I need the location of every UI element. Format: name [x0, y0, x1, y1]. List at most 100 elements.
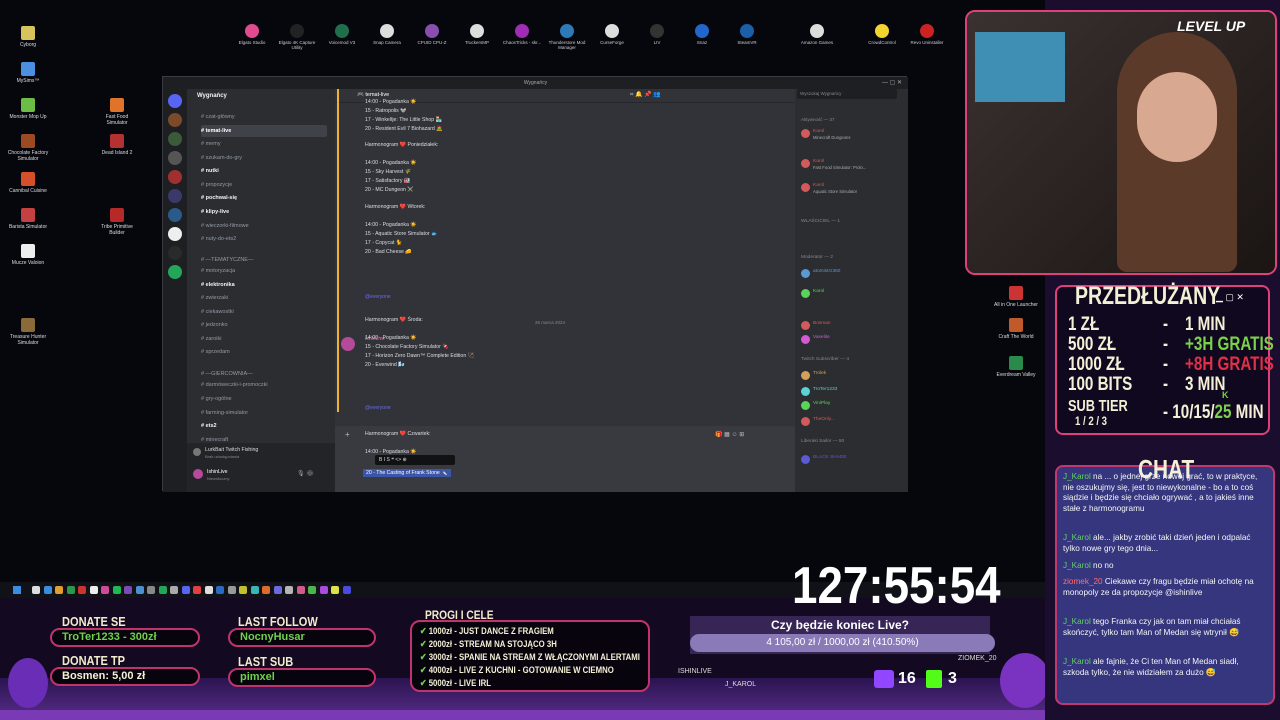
editor-icons[interactable]: 🎁 ▦ ☺ ⊞: [715, 431, 744, 438]
taskbar-app-icon[interactable]: [331, 586, 339, 594]
start-icon[interactable]: [13, 586, 21, 594]
taskbar-app-icon[interactable]: [250, 586, 259, 594]
server-icon[interactable]: [168, 227, 182, 241]
desktop-icon[interactable]: Voicemod V3: [322, 24, 362, 45]
channel-item[interactable]: # czat-główny: [201, 111, 327, 123]
server-icon[interactable]: [168, 170, 182, 184]
channel-item[interactable]: # darmóweczki-i-promoczki: [201, 379, 327, 391]
server-icon[interactable]: [168, 132, 182, 146]
member-item[interactable]: Karol Minecraft Dungeons: [801, 129, 901, 141]
desktop-icon[interactable]: Barista Simulator: [6, 208, 50, 230]
server-icon[interactable]: [168, 208, 182, 222]
channel-item[interactable]: # propozycje: [201, 179, 327, 191]
member-item[interactable]: Vaselite: [801, 335, 901, 344]
avatar[interactable]: [193, 469, 203, 479]
channel-item[interactable]: # sprzedam: [201, 346, 327, 358]
channel-item[interactable]: # temat-live: [201, 125, 327, 137]
member-item[interactable]: WŁAŚCICIEL — 1: [801, 219, 901, 225]
desktop-icon[interactable]: MySims™: [6, 62, 50, 84]
desktop-icon[interactable]: CurseForge: [592, 24, 632, 45]
desktop-icon[interactable]: Elgato Studio: [232, 24, 272, 45]
desktop-icon[interactable]: Elgato 4K Capture Utility: [277, 24, 317, 50]
channel-item[interactable]: # farming-simulator: [201, 407, 327, 419]
search-input[interactable]: Wyszukaj Wygnańcy: [797, 89, 897, 99]
channel-item[interactable]: # szukam-do-gry: [201, 152, 327, 164]
taskbar-app-icon[interactable]: [193, 586, 201, 594]
desktop-icon[interactable]: Revo Uninstaller: [907, 24, 947, 45]
chat-username[interactable]: ziomek_20: [1063, 577, 1103, 586]
member-item[interactable]: TheOnly...: [801, 417, 901, 426]
taskbar-app-icon[interactable]: [273, 586, 282, 594]
window-controls[interactable]: — ▢ ✕: [882, 79, 902, 86]
desktop-icon[interactable]: CrowdControl: [862, 24, 902, 45]
taskbar-app-icon[interactable]: [262, 586, 270, 594]
taskbar-app-icon[interactable]: [112, 586, 121, 594]
taskbar-app-icon[interactable]: [308, 586, 316, 594]
channel-item[interactable]: # ets2: [201, 420, 327, 432]
channel-item[interactable]: # ciekawostki: [201, 306, 327, 318]
discord-home-icon[interactable]: [168, 94, 182, 108]
taskbar-app-icon[interactable]: [319, 586, 328, 594]
channel-item[interactable]: # elektronika: [201, 279, 327, 291]
user-settings-icon[interactable]: 🎙 ⚙: [297, 470, 314, 477]
taskbar-app-icon[interactable]: [124, 586, 132, 594]
desktop-icon[interactable]: SteamVR: [727, 24, 767, 45]
desktop-icon[interactable]: All in One Launcher: [994, 286, 1038, 308]
add-server-icon[interactable]: [168, 265, 182, 279]
taskbar-app-icon[interactable]: [135, 586, 144, 594]
author-avatar[interactable]: [341, 337, 355, 351]
server-icon[interactable]: [168, 246, 182, 260]
desktop-icon[interactable]: Chocolate Factory Simulator: [6, 134, 50, 162]
desktop-icon[interactable]: Craft The World: [994, 318, 1038, 340]
member-item[interactable]: atomistrz360: [801, 269, 901, 278]
taskbar-app-icon[interactable]: [89, 586, 98, 594]
channel-item[interactable]: # motoryzacja: [201, 265, 327, 277]
taskbar-app-icon[interactable]: [216, 586, 224, 594]
desktop-icon[interactable]: Cannibal Cuisine: [6, 172, 50, 194]
taskbar-app-icon[interactable]: [43, 586, 52, 594]
chat-username[interactable]: J_Karol: [1063, 472, 1091, 481]
member-item[interactable]: Karol Aquatic Store Simulator: [801, 183, 901, 195]
channel-item[interactable]: # wieczorki-filmowe: [201, 220, 327, 232]
channel-item[interactable]: # nuty-do-ets2: [201, 233, 327, 245]
member-item[interactable]: TroTer1233: [801, 387, 901, 396]
chat-username[interactable]: J_Karol: [1063, 657, 1091, 666]
chat-username[interactable]: J_Karol: [1063, 617, 1091, 626]
desktop-icon[interactable]: Fast Food Simulator: [95, 98, 139, 126]
desktop-icon[interactable]: Snap Camera: [367, 24, 407, 45]
channel-item[interactable]: # klipy-live: [201, 206, 327, 218]
taskbar-app-icon[interactable]: [147, 586, 155, 594]
desktop-icon[interactable]: Amazon Games: [797, 24, 837, 45]
channel-item[interactable]: # memy: [201, 138, 327, 150]
taskbar-app-icon[interactable]: [227, 586, 236, 594]
desktop-icon[interactable]: Cyborg: [6, 26, 50, 48]
format-toolbar[interactable]: B I S ❝ <> ⊕: [375, 455, 455, 465]
taskbar-app-icon[interactable]: [170, 586, 178, 594]
member-item[interactable]: ViniPlay: [801, 401, 901, 410]
desktop-icon[interactable]: ChaosTricks - skr...: [502, 24, 542, 45]
member-item[interactable]: Karol Fast Food Simulator: Prolo...: [801, 159, 901, 171]
taskbar-app-icon[interactable]: [204, 586, 213, 594]
member-item[interactable]: Twitch Subscriber — 4: [801, 357, 901, 363]
desktop-icon[interactable]: Everdream Valley: [994, 356, 1038, 378]
channel-item[interactable]: # gry-ogólne: [201, 393, 327, 405]
desktop-icon[interactable]: LIV: [637, 24, 677, 45]
desktop-icon[interactable]: Thunderstore Mod Manager: [547, 24, 587, 50]
server-icon[interactable]: [168, 189, 182, 203]
mention[interactable]: @everyone: [365, 405, 391, 411]
channel-item[interactable]: # zwierzaki: [201, 292, 327, 304]
taskbar-app-icon[interactable]: [32, 586, 40, 594]
add-attachment-icon[interactable]: +: [345, 430, 350, 439]
member-item[interactable]: Moderator — 2: [801, 255, 901, 261]
taskbar-app-icon[interactable]: [66, 586, 75, 594]
desktop-icon[interactable]: Tribe Primitive Builder: [95, 208, 139, 236]
taskbar-app-icon[interactable]: [296, 586, 305, 594]
taskbar-app-icon[interactable]: [101, 586, 109, 594]
desktop-icon[interactable]: CPUID CPU-Z: [412, 24, 452, 45]
taskbar-app-icon[interactable]: [78, 586, 86, 594]
member-item[interactable]: BLACK SHADE: [801, 455, 901, 464]
member-item[interactable]: Liberaki Sailor — 50: [801, 439, 901, 445]
selected-text[interactable]: 20 - The Casting of Frank Stone 🔪: [363, 469, 451, 477]
taskbar-app-icon[interactable]: [239, 586, 247, 594]
taskbar-app-icon[interactable]: [342, 586, 351, 594]
